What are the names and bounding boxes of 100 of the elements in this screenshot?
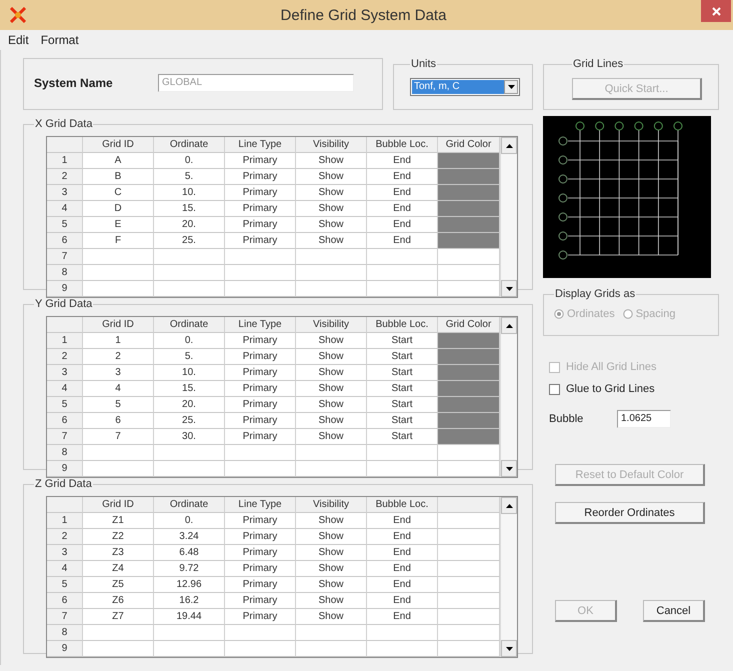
scroll-up-button[interactable] xyxy=(501,497,517,514)
column-header[interactable]: Line Type xyxy=(225,317,296,333)
scroll-down-button[interactable] xyxy=(501,640,517,657)
table-cell[interactable] xyxy=(154,641,225,657)
table-cell[interactable] xyxy=(438,545,500,561)
table-cell[interactable]: E xyxy=(83,217,154,233)
table-cell[interactable]: Show xyxy=(296,429,367,445)
table-cell[interactable]: 4 xyxy=(83,381,154,397)
table-cell[interactable] xyxy=(438,461,500,477)
table-cell[interactable]: 6.48 xyxy=(154,545,225,561)
table-cell[interactable] xyxy=(225,265,296,281)
table-cell[interactable]: Show xyxy=(296,349,367,365)
row-number[interactable]: 7 xyxy=(47,429,83,445)
table-cell[interactable]: Start xyxy=(367,381,438,397)
column-header[interactable]: Ordinate xyxy=(154,497,225,513)
table-cell[interactable]: Start xyxy=(367,429,438,445)
table-cell[interactable]: Primary xyxy=(225,381,296,397)
table-cell[interactable]: End xyxy=(367,545,438,561)
table-cell[interactable] xyxy=(438,445,500,461)
table-cell[interactable]: Show xyxy=(296,561,367,577)
table-cell[interactable] xyxy=(367,249,438,265)
column-header[interactable]: Bubble Loc. xyxy=(367,497,438,513)
table-cell[interactable]: Show xyxy=(296,381,367,397)
table-cell[interactable] xyxy=(438,561,500,577)
table-cell[interactable]: 0. xyxy=(154,513,225,529)
table-cell[interactable] xyxy=(154,625,225,641)
column-header[interactable]: Visibility xyxy=(296,317,367,333)
color-swatch[interactable] xyxy=(438,201,500,217)
color-swatch[interactable] xyxy=(438,185,500,201)
table-cell[interactable] xyxy=(296,445,367,461)
table-cell[interactable]: End xyxy=(367,153,438,169)
table-cell[interactable] xyxy=(367,265,438,281)
row-number[interactable]: 7 xyxy=(47,249,83,265)
table-cell[interactable] xyxy=(154,445,225,461)
table-cell[interactable]: Show xyxy=(296,201,367,217)
table-cell[interactable]: C xyxy=(83,185,154,201)
scroll-up-button[interactable] xyxy=(501,317,517,334)
color-swatch[interactable] xyxy=(438,429,500,445)
table-cell[interactable]: Show xyxy=(296,217,367,233)
table-cell[interactable]: 3.24 xyxy=(154,529,225,545)
table-cell[interactable] xyxy=(83,265,154,281)
menu-item[interactable]: Format xyxy=(40,33,79,47)
row-number[interactable]: 4 xyxy=(47,201,83,217)
table-cell[interactable]: Show xyxy=(296,397,367,413)
scroll-down-button[interactable] xyxy=(501,280,517,297)
row-number[interactable]: 1 xyxy=(47,513,83,529)
table-cell[interactable]: Primary xyxy=(225,185,296,201)
table-cell[interactable]: Primary xyxy=(225,217,296,233)
table-cell[interactable]: Show xyxy=(296,413,367,429)
color-swatch[interactable] xyxy=(438,381,500,397)
table-cell[interactable]: Show xyxy=(296,513,367,529)
table-cell[interactable]: Start xyxy=(367,333,438,349)
column-header[interactable]: Ordinate xyxy=(154,137,225,153)
table-cell[interactable]: 12.96 xyxy=(154,577,225,593)
table-cell[interactable]: Show xyxy=(296,545,367,561)
table-cell[interactable] xyxy=(225,461,296,477)
table-cell[interactable]: End xyxy=(367,513,438,529)
row-number[interactable]: 8 xyxy=(47,265,83,281)
table-cell[interactable]: Show xyxy=(296,365,367,381)
color-swatch[interactable] xyxy=(438,413,500,429)
scroll-down-button[interactable] xyxy=(501,460,517,477)
table-cell[interactable] xyxy=(83,249,154,265)
table-cell[interactable]: Primary xyxy=(225,561,296,577)
table-cell[interactable]: Z5 xyxy=(83,577,154,593)
table-cell[interactable] xyxy=(438,593,500,609)
table-cell[interactable]: Primary xyxy=(225,153,296,169)
table-cell[interactable]: Primary xyxy=(225,513,296,529)
table-cell[interactable] xyxy=(438,641,500,657)
color-swatch[interactable] xyxy=(438,397,500,413)
row-number[interactable]: 1 xyxy=(47,333,83,349)
table-cell[interactable]: 25. xyxy=(154,413,225,429)
table-cell[interactable]: Show xyxy=(296,609,367,625)
table-cell[interactable] xyxy=(83,625,154,641)
row-number[interactable]: 2 xyxy=(47,349,83,365)
column-header[interactable]: Grid Color xyxy=(438,317,500,333)
checkbox[interactable] xyxy=(549,384,560,394)
table-cell[interactable] xyxy=(154,281,225,297)
row-number[interactable]: 5 xyxy=(47,577,83,593)
table-cell[interactable]: Show xyxy=(296,593,367,609)
table-cell[interactable] xyxy=(438,577,500,593)
row-number[interactable]: 8 xyxy=(47,625,83,641)
table-cell[interactable] xyxy=(154,249,225,265)
scroll-up-button[interactable] xyxy=(501,137,517,154)
close-button[interactable] xyxy=(701,0,731,22)
table-cell[interactable] xyxy=(83,641,154,657)
row-number[interactable]: 8 xyxy=(47,445,83,461)
row-number[interactable]: 3 xyxy=(47,365,83,381)
table-cell[interactable] xyxy=(367,445,438,461)
table-cell[interactable]: End xyxy=(367,233,438,249)
color-swatch[interactable] xyxy=(438,217,500,233)
table-cell[interactable] xyxy=(225,249,296,265)
row-number[interactable]: 7 xyxy=(47,609,83,625)
row-number[interactable]: 9 xyxy=(47,641,83,657)
column-header[interactable]: Line Type xyxy=(225,497,296,513)
table-cell[interactable]: A xyxy=(83,153,154,169)
table-cell[interactable]: 10. xyxy=(154,185,225,201)
table-cell[interactable]: 30. xyxy=(154,429,225,445)
color-swatch[interactable] xyxy=(438,153,500,169)
table-cell[interactable]: End xyxy=(367,169,438,185)
table-cell[interactable]: Show xyxy=(296,529,367,545)
